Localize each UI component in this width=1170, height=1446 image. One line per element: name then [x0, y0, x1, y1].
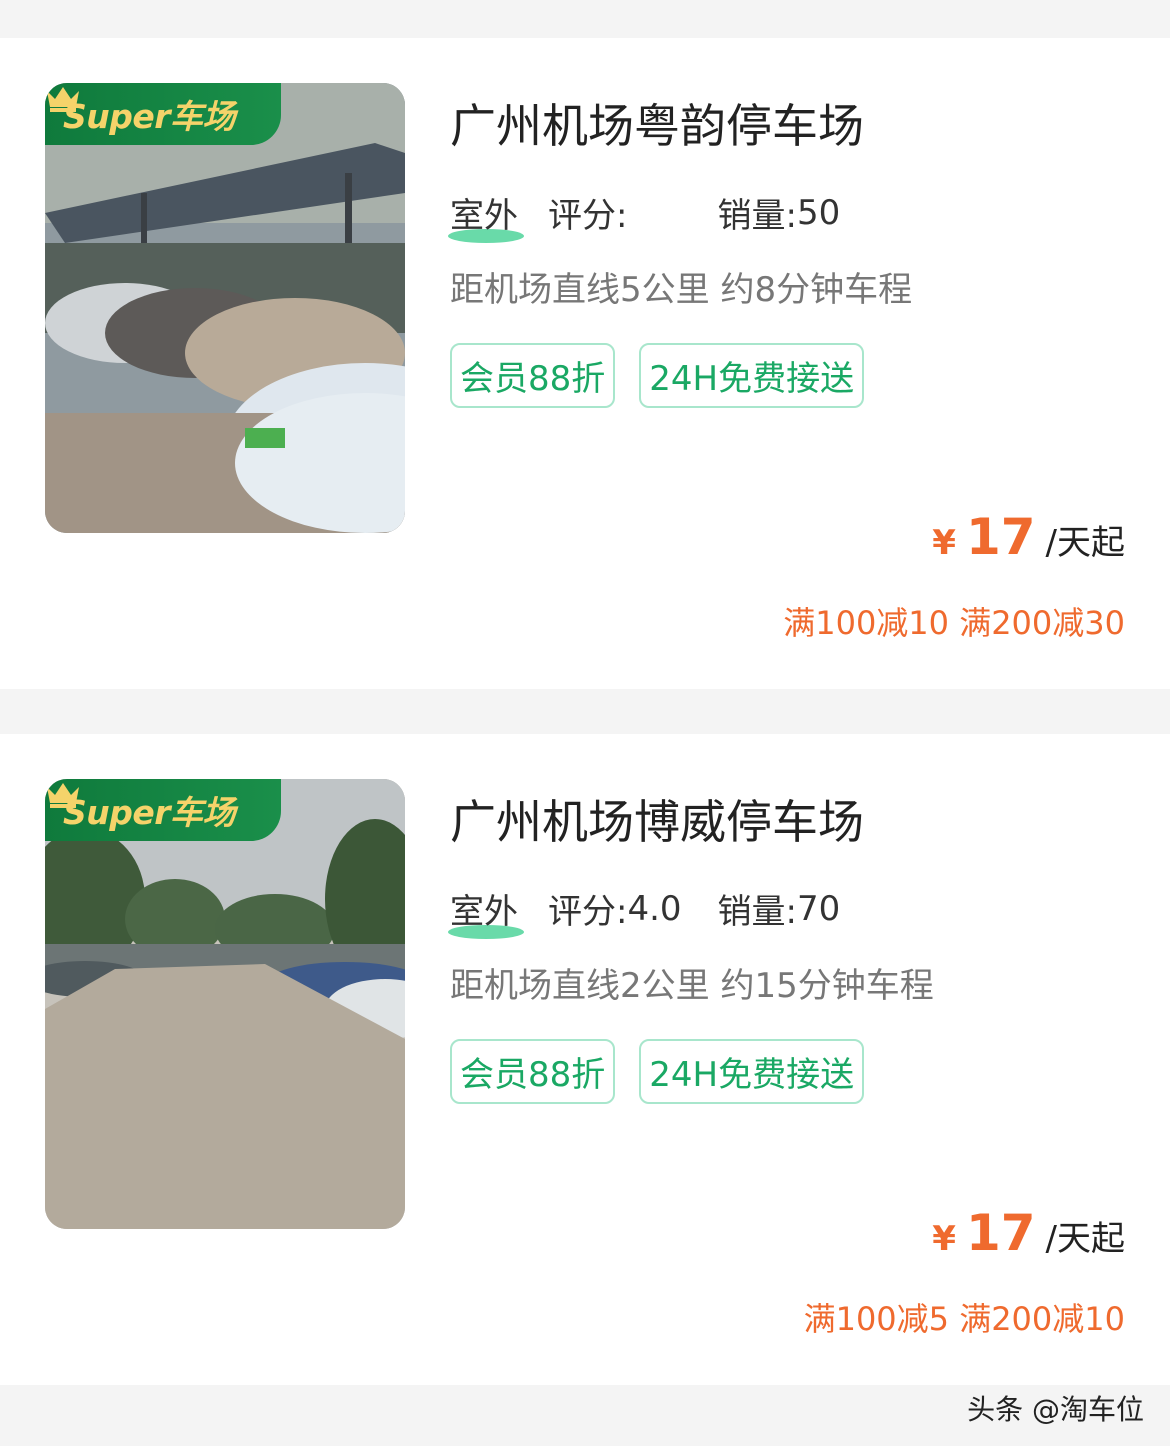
- price-amount: 17: [965, 1204, 1036, 1262]
- feature-tags: 会员88折 24H免费接送: [450, 1039, 865, 1104]
- feature-tags: 会员88折 24H免费接送: [450, 343, 865, 408]
- feature-tag-shuttle: 24H免费接送: [639, 343, 865, 408]
- currency-symbol: ¥: [932, 523, 956, 563]
- sales-value: 50: [796, 192, 841, 233]
- rating-value: 4.0: [627, 888, 682, 929]
- feature-tag-member-discount: 会员88折: [450, 343, 616, 408]
- sales-label: 销量:: [717, 892, 797, 932]
- super-badge-label: Super车场: [63, 793, 236, 832]
- listing-title[interactable]: 广州机场粤韵停车场: [450, 90, 864, 156]
- outdoor-tag: 室外: [448, 884, 524, 939]
- price-unit: /天起: [1045, 1219, 1125, 1259]
- outdoor-tag: 室外: [448, 188, 524, 243]
- feature-tag-member-discount: 会员88折: [450, 1039, 616, 1104]
- listing-meta: 室外 评分: 销量: 50: [448, 188, 841, 243]
- rating-label: 评分:: [548, 892, 628, 932]
- discount-text: 满100减10 满200减30: [783, 604, 1125, 642]
- rating-label: 评分:: [548, 196, 628, 236]
- parking-listing-card[interactable]: Super车场 广州机场粤韵停车场 室外 评分: 销量: 50 距机场直线5公里…: [0, 38, 1170, 689]
- listing-meta: 室外 评分: 4.0 销量: 70: [448, 884, 841, 939]
- parking-photo[interactable]: Super车场: [45, 83, 405, 533]
- listing-info: 广州机场粤韵停车场 室外 评分: 销量: 50 距机场直线5公里 约8分钟车程 …: [448, 38, 1125, 689]
- distance-text: 距机场直线5公里 约8分钟车程: [450, 270, 913, 310]
- super-parking-badge: Super车场: [45, 83, 281, 145]
- super-parking-badge: Super车场: [45, 779, 281, 841]
- discount-text: 满100减5 满200减10: [803, 1300, 1125, 1338]
- price-amount: 17: [965, 508, 1036, 566]
- sales-value: 70: [796, 888, 841, 929]
- crown-icon: [47, 87, 79, 112]
- listing-title[interactable]: 广州机场博威停车场: [450, 786, 864, 852]
- outdoor-tag-label: 室外: [450, 196, 518, 236]
- sales-label: 销量:: [717, 196, 797, 236]
- distance-text: 距机场直线2公里 约15分钟车程: [450, 966, 934, 1006]
- outdoor-tag-label: 室外: [450, 892, 518, 932]
- currency-symbol: ¥: [932, 1219, 956, 1259]
- crown-icon: [47, 783, 79, 808]
- parking-listing-card[interactable]: Super车场 广州机场博威停车场 室外 评分: 4.0 销量: 70 距机场直…: [0, 734, 1170, 1385]
- feature-tag-shuttle: 24H免费接送: [639, 1039, 865, 1104]
- listing-info: 广州机场博威停车场 室外 评分: 4.0 销量: 70 距机场直线2公里 约15…: [448, 734, 1125, 1385]
- super-badge-label: Super车场: [63, 97, 236, 136]
- parking-photo-image: [45, 779, 405, 1229]
- page: Super车场 广州机场粤韵停车场 室外 评分: 销量: 50 距机场直线5公里…: [0, 0, 1170, 1446]
- price: ¥ 17 /天起: [932, 508, 1125, 566]
- watermark: 头条 @淘车位: [967, 1393, 1144, 1426]
- parking-photo[interactable]: Super车场: [45, 779, 405, 1229]
- parking-photo-image: [45, 83, 405, 533]
- price-unit: /天起: [1045, 523, 1125, 563]
- price: ¥ 17 /天起: [932, 1204, 1125, 1262]
